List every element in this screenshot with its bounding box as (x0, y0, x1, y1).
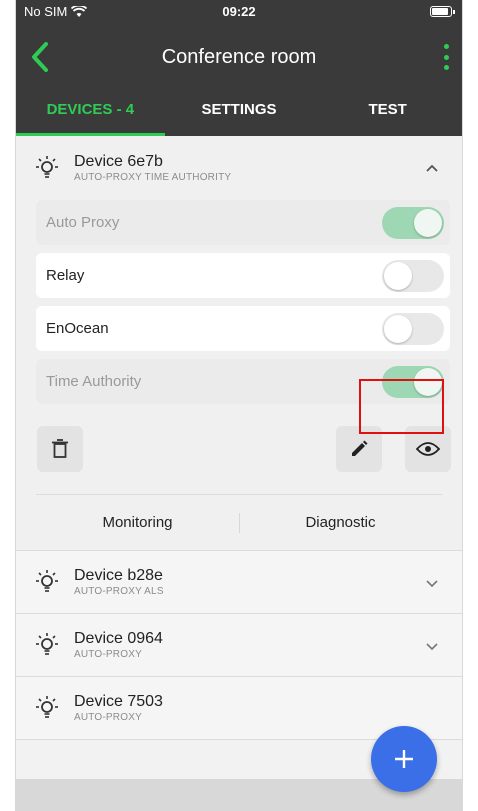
tab-test[interactable]: TEST (313, 90, 462, 136)
chevron-down-icon[interactable] (424, 575, 440, 591)
setting-label: Relay (46, 267, 85, 284)
setting-label: Time Authority (46, 373, 142, 390)
enocean-toggle[interactable] (382, 313, 444, 345)
add-device-button[interactable] (371, 726, 437, 792)
setting-label: EnOcean (46, 320, 109, 337)
setting-label: Auto Proxy (46, 214, 120, 231)
device-header[interactable]: Device 0964 AUTO-PROXY (16, 614, 462, 676)
lightbulb-icon (36, 570, 58, 592)
battery-icon (430, 6, 455, 17)
divider (239, 513, 240, 533)
highlight-box (359, 379, 444, 434)
setting-relay: Relay (36, 253, 450, 298)
auto-proxy-toggle[interactable] (382, 207, 444, 239)
device-card-expanded: Device 6e7b AUTO-PROXY TIME AUTHORITY Au… (16, 136, 462, 551)
more-vert-icon[interactable] (440, 44, 452, 70)
device-card[interactable]: Device 0964 AUTO-PROXY (16, 614, 462, 677)
device-sub-tabs: Monitoring Diagnostic (36, 494, 442, 550)
plus-icon (395, 750, 413, 768)
eye-icon (416, 442, 440, 456)
lightbulb-icon (36, 696, 58, 718)
delete-button[interactable] (37, 426, 83, 472)
device-name: Device 7503 (74, 693, 163, 710)
setting-enocean: EnOcean (36, 306, 450, 351)
device-header[interactable]: Device b28e AUTO-PROXY ALS (16, 551, 462, 613)
device-tags: AUTO-PROXY TIME AUTHORITY (74, 172, 232, 183)
device-card[interactable]: Device b28e AUTO-PROXY ALS (16, 551, 462, 614)
device-header[interactable]: Device 6e7b AUTO-PROXY TIME AUTHORITY (16, 136, 462, 200)
device-name: Device b28e (74, 567, 163, 584)
device-tags: AUTO-PROXY (74, 649, 142, 660)
device-name: Device 0964 (74, 630, 163, 647)
tab-settings[interactable]: SETTINGS (165, 90, 314, 136)
tab-devices[interactable]: DEVICES - 4 (16, 90, 165, 136)
status-bar: No SIM 09:22 (16, 0, 462, 24)
chevron-up-icon[interactable] (424, 160, 440, 176)
relay-toggle[interactable] (382, 260, 444, 292)
lightbulb-icon (36, 633, 58, 655)
device-tags: AUTO-PROXY ALS (74, 586, 164, 597)
chevron-down-icon[interactable] (424, 638, 440, 654)
status-time: 09:22 (222, 4, 256, 19)
device-name: Device 6e7b (74, 153, 163, 170)
tab-bar: DEVICES - 4 SETTINGS TEST (16, 90, 462, 136)
diagnostic-tab[interactable]: Diagnostic (239, 514, 442, 531)
trash-icon (52, 439, 68, 458)
monitoring-tab[interactable]: Monitoring (36, 514, 239, 531)
pencil-icon (352, 440, 368, 456)
app-bar: Conference room (16, 24, 462, 90)
page-title: Conference room (161, 46, 317, 68)
device-tags: AUTO-PROXY (74, 712, 142, 723)
setting-auto-proxy: Auto Proxy (36, 200, 450, 245)
lightbulb-icon (36, 156, 58, 178)
